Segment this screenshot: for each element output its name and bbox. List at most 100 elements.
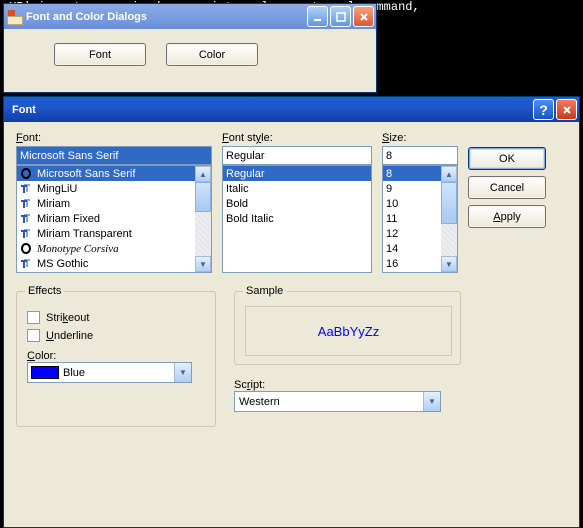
list-item[interactable]: 10 — [383, 196, 441, 211]
strikeout-checkbox[interactable] — [27, 311, 40, 324]
list-item[interactable]: Miriam Transparent — [17, 226, 195, 241]
apply-button-label: Apply — [493, 211, 521, 223]
underline-checkbox[interactable] — [27, 329, 40, 342]
chevron-down-icon: ▼ — [428, 397, 436, 406]
sample-legend: Sample — [243, 285, 286, 297]
color-button[interactable]: Color — [166, 43, 258, 66]
font-label: Font: — [16, 132, 212, 144]
underline-label: Underline — [46, 330, 93, 342]
ok-button[interactable]: OK — [468, 147, 546, 170]
minimize-icon — [313, 12, 323, 22]
chevron-down-icon: ▼ — [179, 368, 187, 377]
size-scrollbar[interactable]: ▲ ▼ — [441, 166, 457, 272]
list-item[interactable]: 16 — [383, 256, 441, 271]
opentype-icon — [20, 168, 33, 179]
maximize-button[interactable] — [330, 6, 351, 27]
maximize-icon — [336, 12, 346, 22]
list-item-label: 11 — [386, 213, 397, 225]
list-item[interactable]: Miriam — [17, 196, 195, 211]
list-item[interactable]: MingLiU — [17, 181, 195, 196]
list-item[interactable]: Bold Italic — [223, 211, 371, 226]
list-item[interactable]: Bold — [223, 196, 371, 211]
color-combo-button[interactable]: ▼ — [174, 363, 191, 382]
font-size-input[interactable] — [382, 146, 458, 165]
list-item-label: 16 — [386, 258, 398, 270]
list-item-label: Bold Italic — [226, 213, 274, 225]
effects-legend: Effects — [25, 285, 64, 297]
list-item-label: MingLiU — [37, 183, 77, 195]
opentype-icon — [20, 243, 33, 254]
list-item-label: Microsoft Sans Serif — [37, 168, 135, 180]
scroll-thumb[interactable] — [441, 182, 457, 224]
chevron-down-icon: ▼ — [445, 260, 453, 269]
list-item-label: Miriam — [37, 198, 70, 210]
font-dialog: Font ? Font: Microsoft Sans Serif MingLiU… — [3, 96, 580, 528]
truetype-icon — [20, 258, 33, 269]
scroll-up-button[interactable]: ▲ — [441, 166, 457, 182]
chevron-up-icon: ▲ — [199, 170, 207, 179]
strikeout-label: Strikeout — [46, 312, 89, 324]
font-button[interactable]: Font — [54, 43, 146, 66]
list-item[interactable]: 12 — [383, 226, 441, 241]
list-item[interactable]: Monotype Corsiva — [17, 241, 195, 256]
parent-titlebar[interactable]: Font and Color Dialogs — [4, 4, 376, 29]
size-listbox[interactable]: 89 10 11 12 14 16 ▲ ▼ — [382, 165, 458, 273]
style-listbox[interactable]: Regular ItalicBold Bold Italic — [222, 165, 372, 273]
chevron-up-icon: ▲ — [445, 170, 453, 179]
color-label: Color: — [27, 350, 205, 362]
scroll-down-button[interactable]: ▼ — [441, 256, 457, 272]
font-listbox[interactable]: Microsoft Sans Serif MingLiU Miriam Miriam … — [16, 165, 212, 273]
sample-box: AaBbYyZz — [245, 306, 452, 356]
parent-title-text: Font and Color Dialogs — [26, 11, 307, 23]
list-item[interactable]: 9 — [383, 181, 441, 196]
list-item[interactable]: Regular — [223, 166, 371, 181]
color-combo[interactable]: Blue ▼ — [27, 362, 192, 383]
chevron-down-icon: ▼ — [199, 260, 207, 269]
script-label: Script: — [234, 379, 461, 391]
scroll-thumb[interactable] — [195, 182, 211, 212]
close-button[interactable] — [353, 6, 374, 27]
apply-button[interactable]: Apply — [468, 205, 546, 228]
font-style-input[interactable] — [222, 146, 372, 165]
scroll-down-button[interactable]: ▼ — [195, 256, 211, 272]
ok-button-label: OK — [499, 153, 515, 165]
list-item-label: Monotype Corsiva — [37, 243, 119, 255]
list-item-label: Miriam Transparent — [37, 228, 132, 240]
truetype-icon — [20, 228, 33, 239]
effects-group: Effects Strikeout Underline Color: Blue … — [16, 291, 216, 427]
truetype-icon — [20, 213, 33, 224]
list-item[interactable]: MS Gothic — [17, 256, 195, 271]
font-button-label: Font — [89, 49, 111, 61]
cancel-button[interactable]: Cancel — [468, 176, 546, 199]
list-item-label: Regular — [226, 168, 265, 180]
script-combo-button[interactable]: ▼ — [423, 392, 440, 411]
color-name: Blue — [63, 367, 174, 379]
list-item-label: Miriam Fixed — [37, 213, 100, 225]
script-value: Western — [235, 396, 423, 408]
list-item[interactable]: 8 — [383, 166, 441, 181]
font-name-input[interactable] — [16, 146, 212, 165]
close-icon — [359, 12, 369, 22]
list-item[interactable]: 14 — [383, 241, 441, 256]
cancel-button-label: Cancel — [490, 182, 524, 194]
list-item[interactable]: 11 — [383, 211, 441, 226]
truetype-icon — [20, 198, 33, 209]
list-item-label: Italic — [226, 183, 249, 195]
font-scrollbar[interactable]: ▲ ▼ — [195, 166, 211, 272]
scroll-up-button[interactable]: ▲ — [195, 166, 211, 182]
list-item[interactable]: Italic — [223, 181, 371, 196]
list-item[interactable]: Miriam Fixed — [17, 211, 195, 226]
list-item-label: 12 — [386, 228, 398, 240]
sample-text: AaBbYyZz — [318, 324, 379, 339]
list-item-label: 10 — [386, 198, 398, 210]
list-item-label: 14 — [386, 243, 398, 255]
help-button[interactable]: ? — [533, 99, 554, 120]
dialog-close-button[interactable] — [556, 99, 577, 120]
app-icon — [8, 10, 22, 24]
minimize-button[interactable] — [307, 6, 328, 27]
list-item[interactable]: Microsoft Sans Serif — [17, 166, 195, 181]
list-item-label: MS Gothic — [37, 258, 88, 270]
font-dialog-titlebar[interactable]: Font ? — [4, 97, 579, 122]
script-combo[interactable]: Western ▼ — [234, 391, 441, 412]
size-label: Size: — [382, 132, 458, 144]
